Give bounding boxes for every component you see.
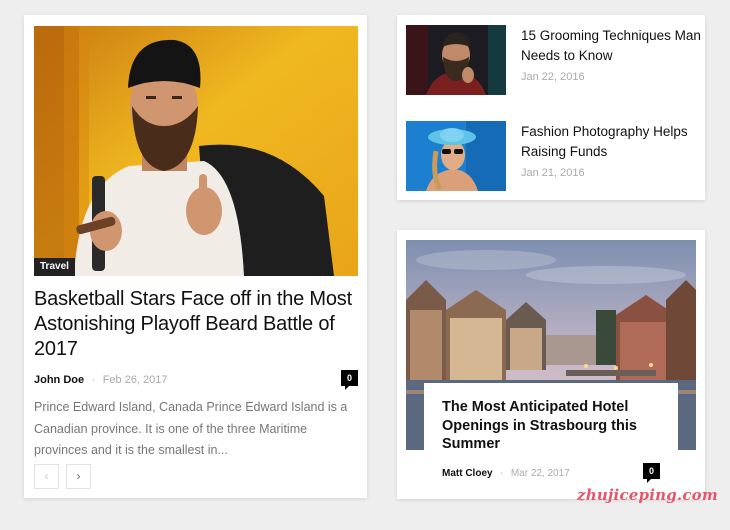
post-date: Mar 22, 2017 — [510, 468, 570, 479]
comment-count-badge[interactable]: 0 — [643, 463, 660, 483]
list-item-thumbnail[interactable] — [406, 25, 506, 95]
list-item[interactable]: 15 Grooming Techniques Man Needs to Know… — [406, 25, 702, 95]
post-date: Feb 26, 2017 — [102, 374, 168, 386]
post-author[interactable]: John Doe — [34, 374, 84, 386]
meta-separator: - — [500, 468, 504, 479]
list-item-date: Jan 22, 2016 — [521, 71, 585, 83]
category-badge[interactable]: Travel — [34, 258, 75, 276]
bearded-man-photo — [34, 26, 358, 276]
chevron-left-icon: ‹ — [44, 469, 49, 483]
list-item-title[interactable]: Fashion Photography Helps Raising Funds — [521, 122, 703, 162]
feature-post-card: The Most Anticipated Hotel Openings in S… — [397, 230, 705, 499]
previous-page-button[interactable]: ‹ — [34, 464, 59, 489]
meta-separator: - — [91, 374, 96, 386]
comment-count-badge[interactable]: 0 — [341, 370, 358, 390]
main-post-meta: John Doe - Feb 26, 2017 0 — [34, 370, 358, 390]
post-author[interactable]: Matt Cloey — [442, 468, 493, 479]
main-post-image[interactable]: Travel — [34, 26, 358, 276]
post-list-card: 15 Grooming Techniques Man Needs to Know… — [397, 15, 705, 200]
feature-post-meta: Matt Cloey - Mar 22, 2017 0 — [442, 463, 660, 483]
feature-post-caption-box: The Most Anticipated Hotel Openings in S… — [424, 383, 678, 489]
list-item-title[interactable]: 15 Grooming Techniques Man Needs to Know — [521, 26, 703, 66]
main-post-excerpt: Prince Edward Island, Canada Prince Edwa… — [34, 400, 348, 457]
list-item-thumbnail[interactable] — [406, 121, 506, 191]
chevron-right-icon: › — [76, 469, 81, 483]
list-item-date: Jan 21, 2016 — [521, 167, 585, 179]
site-watermark: zhujiceping.com — [577, 486, 718, 504]
next-page-button[interactable]: › — [66, 464, 91, 489]
list-item[interactable]: Fashion Photography Helps Raising Funds … — [406, 121, 702, 191]
grooming-man-photo — [406, 25, 506, 95]
main-post-card: Travel Basketball Stars Face off in the … — [24, 15, 367, 498]
fashion-woman-photo — [406, 121, 506, 191]
feature-post-title[interactable]: The Most Anticipated Hotel Openings in S… — [442, 398, 662, 454]
main-post-title[interactable]: Basketball Stars Face off in the Most As… — [34, 287, 354, 362]
